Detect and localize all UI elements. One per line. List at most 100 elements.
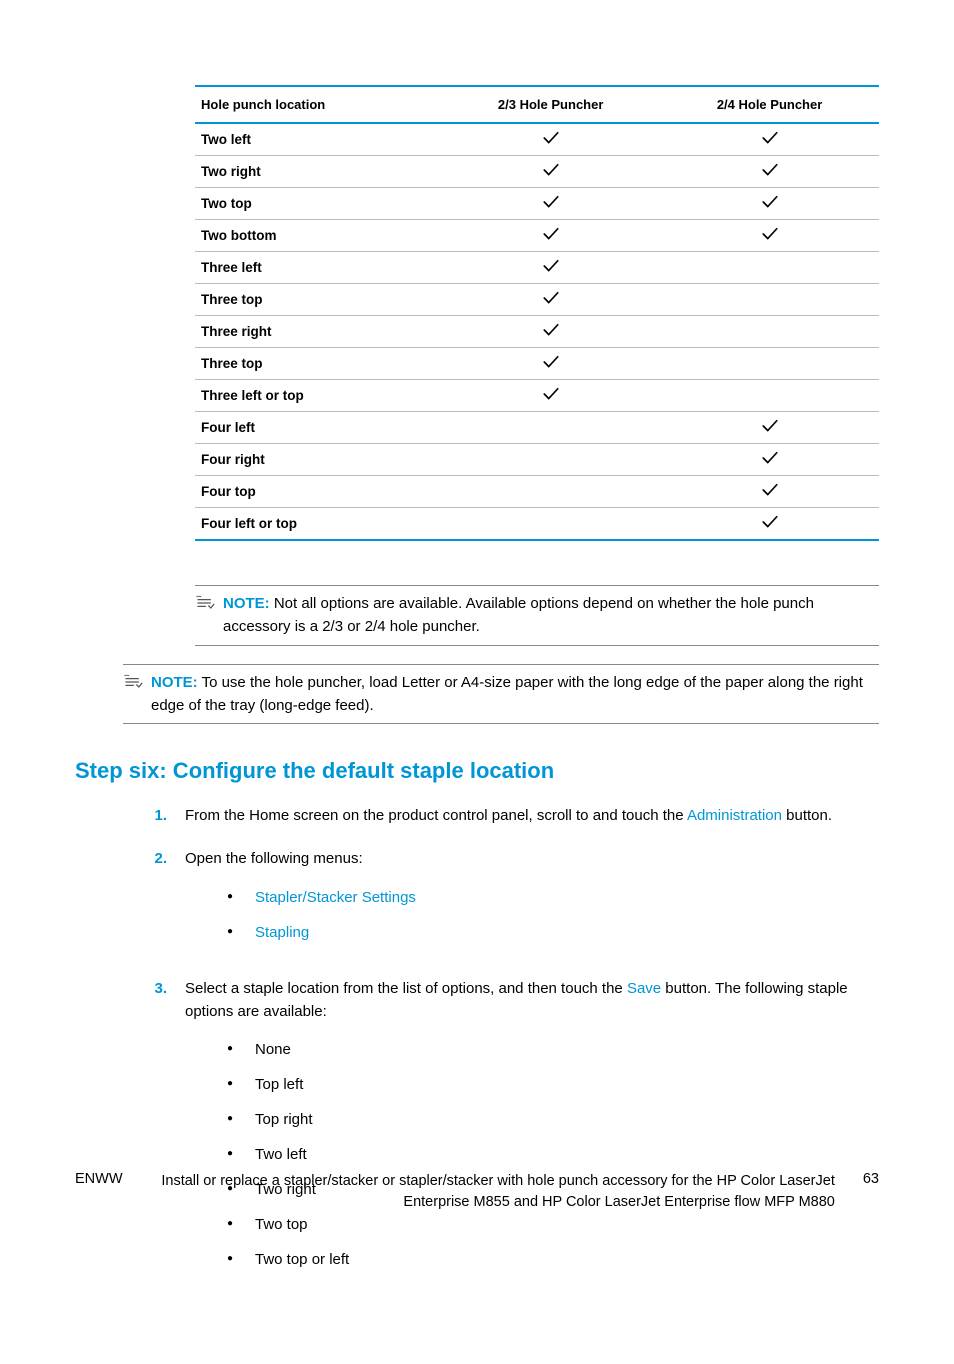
row-label: Two right (195, 156, 441, 188)
note-text: To use the hole puncher, load Letter or … (151, 674, 863, 714)
footer-page-number: 63 (863, 1171, 879, 1187)
table-row: Three right (195, 316, 879, 348)
row-cell-24 (660, 220, 879, 252)
table-row: Four left or top (195, 508, 879, 541)
note-text: Not all options are available. Available… (223, 595, 814, 635)
list-item: None (227, 1039, 879, 1060)
check-icon (761, 483, 779, 497)
hole-punch-table: Hole punch location 2/3 Hole Puncher 2/4… (195, 85, 879, 541)
row-cell-23 (441, 348, 660, 380)
row-cell-24 (660, 476, 879, 508)
row-cell-24 (660, 156, 879, 188)
check-icon (761, 131, 779, 145)
row-label: Four top (195, 476, 441, 508)
steps-list: 1. From the Home screen on the product c… (147, 804, 879, 1284)
list-item: Top right (227, 1109, 879, 1130)
check-icon (542, 259, 560, 273)
row-label: Three top (195, 284, 441, 316)
list-item: Stapler/Stacker Settings (227, 887, 879, 908)
row-cell-23 (441, 252, 660, 284)
step-number: 2. (147, 847, 167, 956)
check-icon (542, 163, 560, 177)
col-header-location: Hole punch location (195, 86, 441, 123)
note-label: NOTE: (151, 674, 198, 691)
list-item: Top left (227, 1074, 879, 1095)
table-row: Two right (195, 156, 879, 188)
row-cell-24 (660, 348, 879, 380)
check-icon (542, 355, 560, 369)
step-item: 1. From the Home screen on the product c… (147, 804, 879, 827)
table-header-row: Hole punch location 2/3 Hole Puncher 2/4… (195, 86, 879, 123)
row-label: Two top (195, 188, 441, 220)
col-header-23: 2/3 Hole Puncher (441, 86, 660, 123)
row-cell-23 (441, 476, 660, 508)
check-icon (542, 291, 560, 305)
menu-list: Stapler/Stacker Settings Stapling (227, 887, 879, 943)
table-row: Three top (195, 284, 879, 316)
list-item: Stapling (227, 922, 879, 943)
administration-link: Administration (687, 807, 782, 824)
row-cell-23 (441, 444, 660, 476)
row-cell-23 (441, 412, 660, 444)
row-cell-24 (660, 284, 879, 316)
table-row: Two bottom (195, 220, 879, 252)
row-label: Three left (195, 252, 441, 284)
table-row: Four right (195, 444, 879, 476)
step-text: Select a staple location from the list o… (185, 980, 627, 997)
table-row: Two left (195, 123, 879, 156)
check-icon (761, 515, 779, 529)
note-icon (195, 594, 215, 619)
footer-lang: ENWW (75, 1171, 123, 1187)
step-number: 3. (147, 977, 167, 1285)
table-row: Three top (195, 348, 879, 380)
row-label: Four left (195, 412, 441, 444)
row-label: Two bottom (195, 220, 441, 252)
col-header-24: 2/4 Hole Puncher (660, 86, 879, 123)
check-icon (542, 323, 560, 337)
row-cell-24 (660, 123, 879, 156)
section-heading: Step six: Configure the default staple l… (75, 758, 879, 784)
row-cell-23 (441, 380, 660, 412)
save-link: Save (627, 980, 661, 997)
check-icon (542, 195, 560, 209)
note-label: NOTE: (223, 595, 270, 612)
row-cell-23 (441, 284, 660, 316)
step-number: 1. (147, 804, 167, 827)
list-item: Two top or left (227, 1249, 879, 1270)
note-block: NOTE: Not all options are available. Ava… (195, 585, 879, 646)
step-text: Open the following menus: (185, 850, 363, 867)
list-item: Two top (227, 1214, 879, 1235)
row-label: Four right (195, 444, 441, 476)
footer-title: Install or replace a stapler/stacker or … (151, 1171, 835, 1212)
table-row: Four left (195, 412, 879, 444)
row-label: Three right (195, 316, 441, 348)
step-item: 2. Open the following menus: Stapler/Sta… (147, 847, 879, 956)
list-item: Two left (227, 1144, 879, 1165)
row-cell-23 (441, 188, 660, 220)
note-block: NOTE: To use the hole puncher, load Lett… (123, 664, 879, 725)
step-text: From the Home screen on the product cont… (185, 807, 687, 824)
check-icon (761, 195, 779, 209)
row-cell-24 (660, 188, 879, 220)
check-icon (761, 227, 779, 241)
row-label: Four left or top (195, 508, 441, 541)
table-row: Three left or top (195, 380, 879, 412)
table-row: Four top (195, 476, 879, 508)
options-list: NoneTop leftTop rightTwo leftTwo rightTw… (227, 1039, 879, 1270)
table-row: Two top (195, 188, 879, 220)
check-icon (761, 419, 779, 433)
row-label: Three left or top (195, 380, 441, 412)
table-row: Three left (195, 252, 879, 284)
note-icon (123, 673, 143, 698)
check-icon (542, 131, 560, 145)
row-cell-24 (660, 316, 879, 348)
row-cell-23 (441, 220, 660, 252)
row-label: Two left (195, 123, 441, 156)
row-cell-23 (441, 156, 660, 188)
row-cell-24 (660, 412, 879, 444)
row-cell-24 (660, 252, 879, 284)
check-icon (761, 163, 779, 177)
row-cell-23 (441, 123, 660, 156)
step-text: button. (782, 807, 832, 824)
row-cell-23 (441, 508, 660, 541)
